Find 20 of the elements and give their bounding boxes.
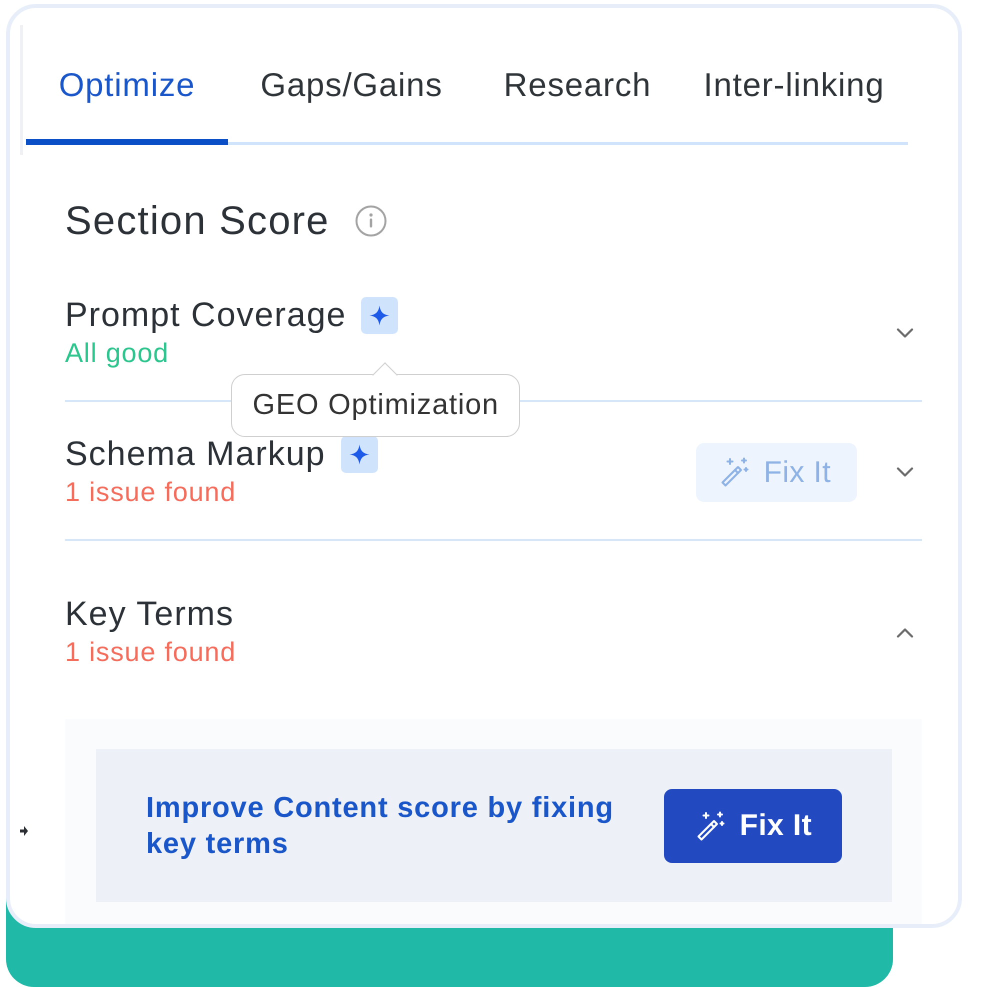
fix-it-button[interactable]: Fix It xyxy=(664,788,842,862)
section-title: Section Score xyxy=(65,199,330,243)
tab[interactable]: Optimize xyxy=(26,67,228,145)
magic-wand-icon xyxy=(696,810,726,840)
magic-wand-icon xyxy=(720,457,750,487)
chevron-down-icon[interactable] xyxy=(896,466,914,478)
tab[interactable]: Gaps/Gains xyxy=(228,67,475,145)
suggestion-text: Improve Content score by fixing key terms xyxy=(146,790,615,862)
arrow-icon[interactable] xyxy=(20,826,28,836)
status-text: All good xyxy=(65,337,169,370)
tooltip: GEO Optimization xyxy=(231,358,520,436)
section-heading: Prompt Coverage xyxy=(65,295,346,335)
status-text: 1 issue found xyxy=(65,476,236,509)
tab[interactable]: Inter-linking xyxy=(680,67,908,145)
tab[interactable]: Research xyxy=(475,67,680,145)
status-text: 1 issue found xyxy=(65,636,236,669)
chevron-up-icon[interactable] xyxy=(896,626,914,638)
section-heading: Schema Markup xyxy=(65,434,326,474)
section-heading: Key Terms xyxy=(65,594,234,634)
chevron-down-icon[interactable] xyxy=(896,328,914,338)
